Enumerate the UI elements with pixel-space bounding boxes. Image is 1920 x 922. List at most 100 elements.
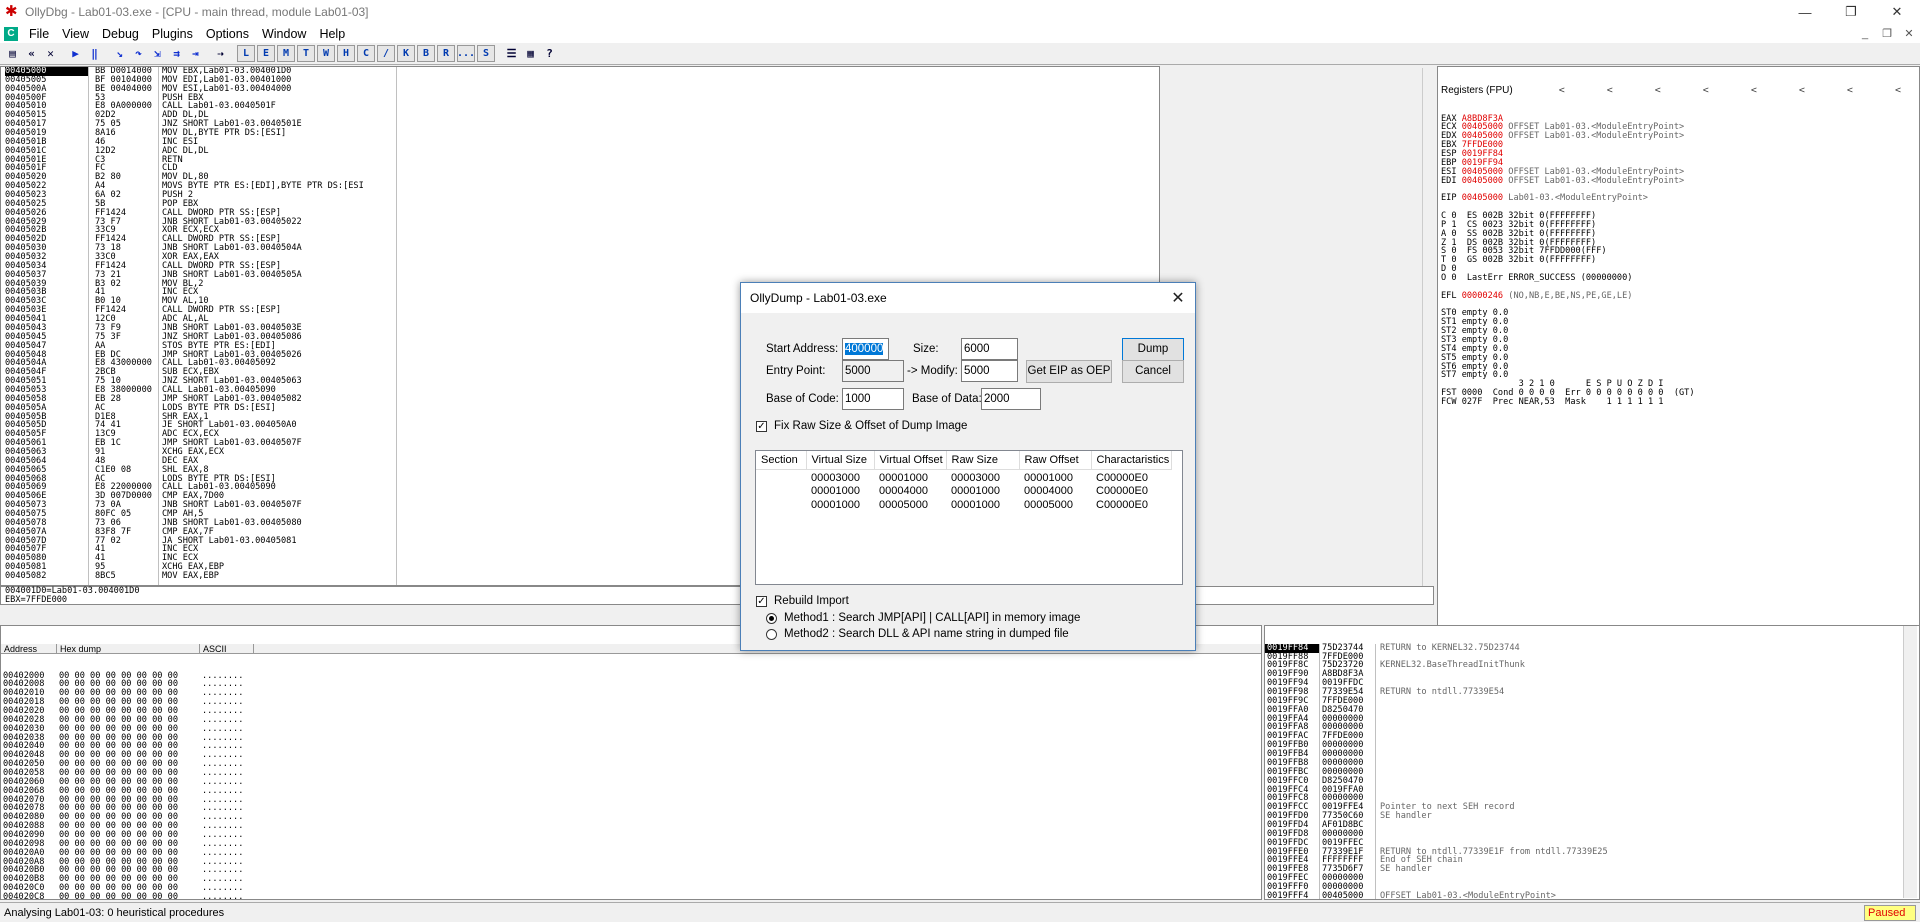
cpu-window-icon[interactable]: C [4, 26, 18, 41]
cancel-button[interactable]: Cancel [1122, 360, 1184, 383]
section-row[interactable]: 00001000 00005000 00001000 00005000 C00000E0 [756, 499, 1171, 513]
register-line[interactable]: ST4 empty 0.0 [1441, 344, 1919, 354]
register-line[interactable]: EFL 00000246 (NO,NB,E,BE,NS,PE,GE,LE) [1441, 291, 1919, 301]
stack-row[interactable]: 0019FFAC 7FFDE000 [1265, 732, 1919, 742]
dump-row[interactable]: 004020A0 00 00 00 00 00 00 00 00........ [1, 848, 1261, 858]
dump-row[interactable]: 00402018 00 00 00 00 00 00 00 00........ [1, 698, 1261, 707]
method1-radio[interactable] [766, 613, 777, 624]
register-line[interactable]: ST5 empty 0.0 [1441, 353, 1919, 363]
stack-row[interactable]: 0019FFBC 00000000 [1265, 767, 1919, 777]
dump-row[interactable]: 00402060 00 00 00 00 00 00 00 00........ [1, 777, 1261, 787]
mdi-close-icon[interactable]: ✕ [1898, 27, 1920, 40]
modify-field[interactable]: 5000 [961, 360, 1018, 382]
col-raw-offset[interactable]: Raw Offset [1019, 451, 1092, 470]
run-trace-button[interactable]: ... [457, 45, 475, 62]
register-line[interactable]: ST1 empty 0.0 [1441, 318, 1919, 327]
breakpoints-button[interactable]: B [417, 45, 435, 62]
register-line[interactable]: ST6 empty 0.0 [1441, 362, 1919, 372]
threads-window-button[interactable]: T [297, 45, 315, 62]
dump-col-ascii[interactable]: ASCII [200, 643, 254, 654]
dump-row[interactable]: 00402078 00 00 00 00 00 00 00 00........ [1, 804, 1261, 813]
dump-row[interactable]: 00402010 00 00 00 00 00 00 00 00........ [1, 689, 1261, 698]
register-line[interactable]: EIP 00405000 Lab01-03.<ModuleEntryPoint> [1441, 194, 1919, 203]
menu-debug[interactable]: Debug [97, 27, 147, 41]
stack-row[interactable]: 0019FF9C 7FFDE000 [1265, 697, 1919, 706]
open-folder-icon[interactable]: ▤ [4, 45, 21, 62]
dialog-close-icon[interactable]: ✕ [1161, 288, 1195, 308]
base-of-data-field[interactable]: 2000 [981, 388, 1041, 410]
registers-pane[interactable]: Registers (FPU) < < < < < < < < EAX A8BD… [1437, 66, 1920, 626]
section-row[interactable]: 00003000 00001000 00003000 00001000 C00000E0 [756, 469, 1171, 485]
trace-into-icon[interactable]: ⇲ [149, 45, 166, 62]
patches-window-button[interactable]: / [377, 45, 395, 62]
dump-row[interactable]: 00402068 00 00 00 00 00 00 00 00........ [1, 786, 1261, 796]
source-button[interactable]: S [477, 45, 495, 62]
handles-window-button[interactable]: H [337, 45, 355, 62]
register-line[interactable]: EDI 00405000 OFFSET Lab01-03.<ModuleEntr… [1441, 176, 1919, 186]
stack-row[interactable]: 0019FFB0 00000000 [1265, 741, 1919, 751]
stack-row[interactable]: 0019FFF4 00405000 OFFSET Lab01-03.<ModuleE… [1265, 891, 1919, 899]
execute-till-return-icon[interactable]: ⇥ [187, 45, 204, 62]
dump-row[interactable]: 00402038 00 00 00 00 00 00 00 00........ [1, 733, 1261, 743]
stack-row[interactable]: 0019FFC0 D8250470 [1265, 776, 1919, 786]
close-program-icon[interactable]: ✕ [42, 45, 59, 62]
register-value[interactable]: 00405000 [1462, 193, 1503, 203]
stack-row[interactable]: 0019FF8C 75D23720 KERNEL32.BaseThreadInitT… [1265, 661, 1919, 671]
modules-window-button[interactable]: E [257, 45, 275, 62]
stack-row[interactable]: 0019FFE8 7735D6F7 SE handler [1265, 865, 1919, 875]
menu-plugins[interactable]: Plugins [147, 27, 201, 41]
maximize-button[interactable]: ❐ [1828, 0, 1874, 24]
stack-row[interactable]: 0019FF94 0019FFDC [1265, 679, 1919, 689]
dump-row[interactable]: 00402040 00 00 00 00 00 00 00 00........ [1, 742, 1261, 751]
stack-row[interactable]: 0019FFEC 00000000 [1265, 874, 1919, 883]
register-line[interactable]: ST2 empty 0.0 [1441, 327, 1919, 336]
stack-row[interactable]: 0019FFA0 D8250470 [1265, 705, 1919, 715]
register-line[interactable]: ST3 empty 0.0 [1441, 336, 1919, 345]
disasm-instruction[interactable]: RETN [162, 155, 396, 165]
register-nav-arrows[interactable]: < < < < < < < < [1559, 85, 1919, 97]
stack-row[interactable]: 0019FF90 A8BD8F3A [1265, 670, 1919, 680]
run-icon[interactable]: ▶ [67, 45, 84, 62]
grid-colors-icon[interactable]: ▦ [522, 45, 539, 62]
pause-icon[interactable]: ‖ [86, 45, 103, 62]
memory-dump-pane[interactable]: Address Hex dump ASCII 00402000 00 00 00 … [0, 625, 1262, 900]
list-icon[interactable]: ☰ [503, 45, 520, 62]
base-of-code-field[interactable]: 1000 [842, 388, 904, 410]
stack-row[interactable]: 0019FF88 7FFDE000 [1265, 652, 1919, 662]
register-line[interactable]: FCW 027F Prec NEAR,53 Mask 1 1 1 1 1 1 [1441, 398, 1919, 407]
register-line[interactable]: EBX 7FFDE000 [1441, 141, 1919, 150]
dump-row[interactable]: 00402080 00 00 00 00 00 00 00 00........ [1, 813, 1261, 822]
register-line[interactable]: O 0 LastErr ERROR_SUCCESS (00000000) [1441, 274, 1919, 283]
stack-row[interactable]: 0019FFF0 00000000 [1265, 883, 1919, 892]
stack-row[interactable]: 0019FFE0 77339E1F RETURN to ntdll.77339E1F… [1265, 847, 1919, 857]
dump-row[interactable]: 00402050 00 00 00 00 00 00 00 00........ [1, 760, 1261, 769]
stack-scrollbar[interactable] [1903, 626, 1917, 898]
stack-row[interactable]: 0019FFC8 00000000 [1265, 794, 1919, 804]
menu-file[interactable]: File [24, 27, 57, 41]
dump-row[interactable]: 004020C0 00 00 00 00 00 00 00 00........ [1, 884, 1261, 893]
stack-row[interactable]: 0019FFD0 77350C60 SE handler [1265, 812, 1919, 821]
disassembly-scrollbar[interactable] [1422, 68, 1434, 586]
fix-raw-checkbox[interactable]: ✓ [756, 421, 767, 432]
dump-row[interactable]: 00402070 00 00 00 00 00 00 00 00........ [1, 795, 1261, 805]
stack-row[interactable]: 0019FFD4 AF01D8BC [1265, 821, 1919, 830]
rebuild-import-checkbox[interactable]: ✓ [756, 596, 767, 607]
stack-row[interactable]: 0019FFE4 FFFFFFFF End of SEH chain [1265, 856, 1919, 866]
col-virtual-size[interactable]: Virtual Size [806, 451, 875, 470]
windows-window-button[interactable]: W [317, 45, 335, 62]
step-over-icon[interactable]: ↷ [130, 45, 147, 62]
col-raw-size[interactable]: Raw Size [946, 451, 1020, 470]
start-address-field[interactable]: 400000 [842, 338, 889, 360]
dump-row[interactable]: 004020C8 00 00 00 00 00 00 00 00........ [1, 893, 1261, 899]
section-row[interactable]: 00001000 00004000 00001000 00004000 C00000E0 [756, 485, 1171, 499]
dump-row[interactable]: 004020B0 00 00 00 00 00 00 00 00........ [1, 866, 1261, 875]
dump-row[interactable]: 00402090 00 00 00 00 00 00 00 00........ [1, 831, 1261, 840]
col-characteristics[interactable]: Charactaristics [1091, 451, 1172, 470]
dump-row[interactable]: 00402098 00 00 00 00 00 00 00 00........ [1, 839, 1261, 849]
stack-pane[interactable]: 0019FF84 75D23744 RETURN to KERNEL32.75D23… [1264, 625, 1920, 900]
disasm-address[interactable]: 00405082 [5, 572, 88, 581]
stack-row[interactable]: 0019FF84 75D23744 RETURN to KERNEL32.75D23… [1265, 643, 1919, 653]
trace-over-icon[interactable]: ⇉ [168, 45, 185, 62]
dump-row[interactable]: 004020B8 00 00 00 00 00 00 00 00........ [1, 875, 1261, 884]
register-line[interactable]: ST0 empty 0.0 [1441, 309, 1919, 318]
